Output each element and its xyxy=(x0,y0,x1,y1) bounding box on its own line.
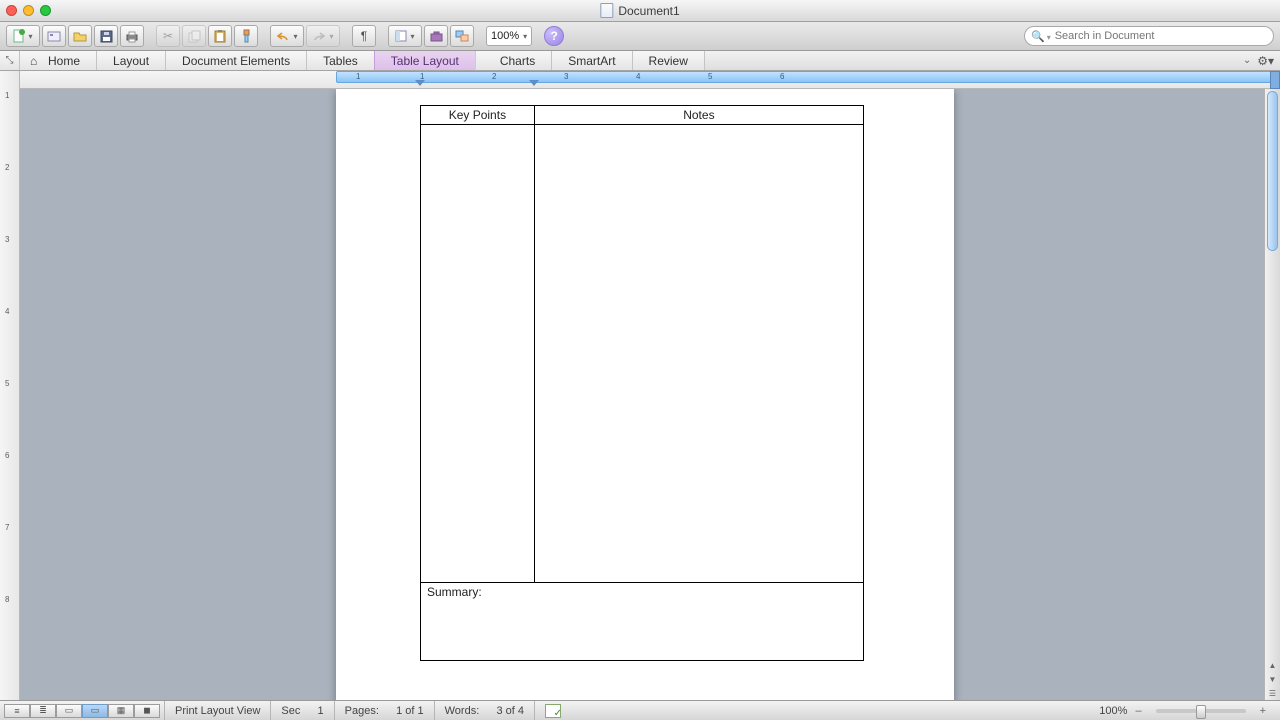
redo-button[interactable] xyxy=(306,25,340,47)
table-cell-keypoints[interactable] xyxy=(421,125,535,583)
ribbon-tabs: ⤡ Home Layout Document Elements Tables T… xyxy=(0,51,1280,71)
zoom-in-icon[interactable]: + xyxy=(1256,705,1270,717)
zoom-slider[interactable] xyxy=(1156,709,1246,713)
save-button[interactable] xyxy=(94,25,118,47)
toolbox-button[interactable] xyxy=(424,25,448,47)
scroll-up-icon[interactable]: ▲ xyxy=(1265,658,1280,672)
copy-button[interactable] xyxy=(182,25,206,47)
zoom-percent-label[interactable]: 100% xyxy=(1099,705,1127,717)
table-header-notes[interactable]: Notes xyxy=(534,106,863,125)
page[interactable]: Key Points Notes Summary: xyxy=(336,89,954,700)
status-zoom: 100% – + xyxy=(1089,701,1280,720)
status-pages[interactable]: Pages: 1 of 1 xyxy=(334,701,434,720)
search-icon: 🔍 xyxy=(1031,30,1051,43)
sidebar-toggle-button[interactable] xyxy=(388,25,422,47)
view-outline-button[interactable]: ≣ xyxy=(30,704,56,718)
status-section[interactable]: Sec 1 xyxy=(270,701,333,720)
media-browser-button[interactable] xyxy=(450,25,474,47)
view-notebook-button[interactable]: ▦ xyxy=(108,704,134,718)
minimize-window-button[interactable] xyxy=(23,5,34,16)
window-controls xyxy=(6,5,51,16)
tab-table-layout[interactable]: Table Layout xyxy=(374,51,476,70)
zoom-select[interactable]: 100% xyxy=(486,26,532,46)
window-title: Document1 xyxy=(600,3,679,18)
ribbon-settings-icon[interactable]: ⚙︎▾ xyxy=(1257,54,1274,68)
search-field[interactable]: 🔍 xyxy=(1024,26,1274,46)
status-bar: ≡ ≣ ▭ ▭ ▦ ◼ Print Layout View Sec 1 Page… xyxy=(0,700,1280,720)
cornell-notes-table[interactable]: Key Points Notes Summary: xyxy=(420,105,864,661)
standard-toolbar: ✂ ¶ 100% ? 🔍 xyxy=(0,22,1280,51)
sidebar-flyout-tab[interactable] xyxy=(1270,71,1280,89)
vertical-ruler[interactable]: /* ticks drawn via JS below */ 12345678 xyxy=(0,71,20,700)
spellcheck-icon xyxy=(545,704,561,718)
tab-layout[interactable]: Layout xyxy=(97,51,166,70)
undo-button[interactable] xyxy=(270,25,304,47)
ribbon-expand-icon[interactable]: ⌄ xyxy=(1243,55,1251,66)
new-from-template-button[interactable] xyxy=(42,25,66,47)
cut-button[interactable]: ✂ xyxy=(156,25,180,47)
format-painter-button[interactable] xyxy=(234,25,258,47)
tab-home[interactable]: Home xyxy=(20,51,97,70)
vertical-scrollbar[interactable]: ▲ ▼ ☰ xyxy=(1264,89,1280,700)
zoom-window-button[interactable] xyxy=(40,5,51,16)
show-formatting-button[interactable]: ¶ xyxy=(352,25,376,47)
workspace: /* ticks drawn via JS below */ 12345678 … xyxy=(0,71,1280,700)
zoom-out-icon[interactable]: – xyxy=(1131,705,1145,717)
status-view-name: Print Layout View xyxy=(164,701,270,720)
document-scroll-area[interactable]: Key Points Notes Summary: xyxy=(20,89,1264,700)
document-canvas: 1123456 Key Points Notes Summary: xyxy=(20,71,1280,700)
scroll-down-icon[interactable]: ▼ xyxy=(1265,672,1280,686)
tab-smartart[interactable]: SmartArt xyxy=(552,51,632,70)
view-publishing-button[interactable]: ▭ xyxy=(56,704,82,718)
table-cell-summary[interactable]: Summary: xyxy=(421,583,864,661)
window-title-text: Document1 xyxy=(618,4,679,18)
tab-charts[interactable]: Charts xyxy=(476,51,552,70)
search-input[interactable] xyxy=(1055,30,1267,42)
tab-document-elements[interactable]: Document Elements xyxy=(166,51,307,70)
table-header-keypoints[interactable]: Key Points xyxy=(421,106,535,125)
status-spellcheck[interactable] xyxy=(534,701,571,720)
table-cell-notes[interactable] xyxy=(534,125,863,583)
help-button[interactable]: ? xyxy=(544,26,564,46)
tab-tables[interactable]: Tables xyxy=(307,51,375,70)
close-window-button[interactable] xyxy=(6,5,17,16)
print-button[interactable] xyxy=(120,25,144,47)
split-handle-icon[interactable]: ☰ xyxy=(1265,686,1280,700)
titlebar: Document1 xyxy=(0,0,1280,22)
status-words[interactable]: Words: 3 of 4 xyxy=(434,701,534,720)
ribbon-collapse-toggle[interactable]: ⤡ xyxy=(0,51,20,70)
open-button[interactable] xyxy=(68,25,92,47)
horizontal-ruler[interactable]: 1123456 xyxy=(20,71,1280,89)
paste-button[interactable] xyxy=(208,25,232,47)
zoom-value: 100% xyxy=(491,30,519,42)
scrollbar-thumb[interactable] xyxy=(1267,91,1278,251)
document-icon xyxy=(600,3,613,18)
view-fullscreen-button[interactable]: ◼ xyxy=(134,704,160,718)
view-buttons: ≡ ≣ ▭ ▭ ▦ ◼ xyxy=(0,704,164,718)
view-draft-button[interactable]: ≡ xyxy=(4,704,30,718)
new-doc-button[interactable] xyxy=(6,25,40,47)
tab-review[interactable]: Review xyxy=(633,51,705,70)
view-print-layout-button[interactable]: ▭ xyxy=(82,704,108,718)
